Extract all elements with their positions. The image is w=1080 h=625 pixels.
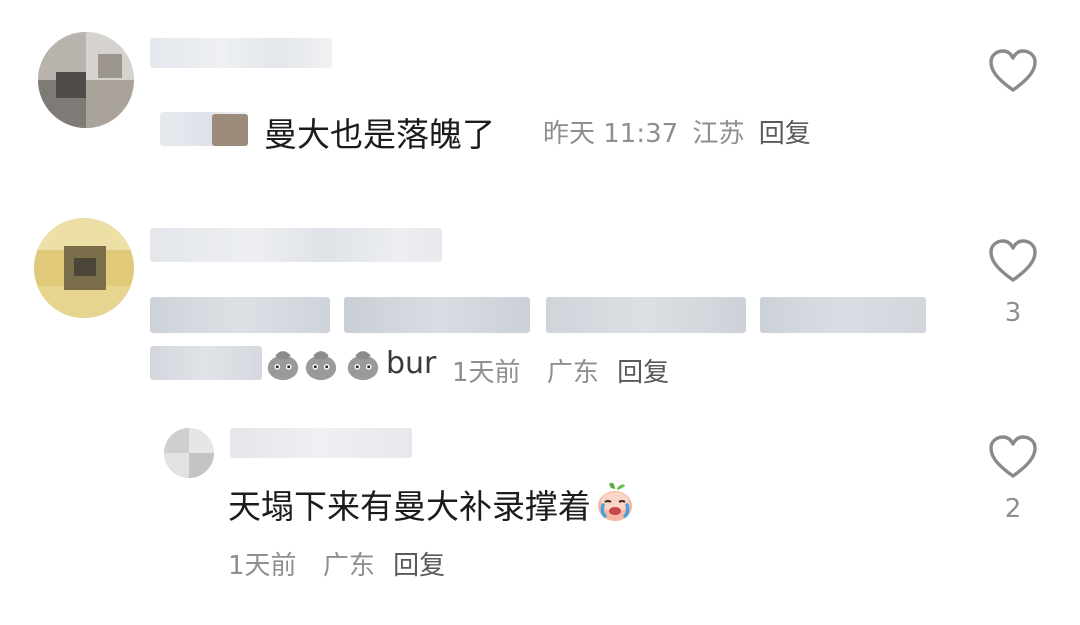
- comment-content: 曼大也是落魄了: [264, 115, 495, 154]
- avatar[interactable]: [38, 32, 134, 128]
- comment-meta: 昨天 11:37 江苏 回复: [543, 113, 811, 150]
- comment-content: 天塌下来有曼大补录撑着: [228, 480, 637, 528]
- avatar[interactable]: [34, 218, 134, 318]
- comment-content-suffix: bur: [386, 346, 437, 381]
- comment-thread: 曼大也是落魄了 昨天 11:37 江苏 回复 bur 1天前 广东 回复 3 天…: [0, 0, 1080, 625]
- comment-content-blurred: [546, 297, 746, 333]
- money-bag-face-emoji: [267, 351, 299, 381]
- reply-button[interactable]: 回复: [759, 119, 811, 149]
- like-count: 3: [1004, 298, 1022, 328]
- reply-to-avatar-blurred: [212, 114, 248, 146]
- comment-content-blurred: [150, 346, 262, 380]
- comment-meta: 1天前 广东 回复: [228, 545, 445, 582]
- comment-time: 1天前: [452, 358, 521, 388]
- crying-peach-emoji: [598, 482, 632, 521]
- username-blurred[interactable]: [230, 428, 412, 458]
- username-blurred[interactable]: [150, 228, 442, 262]
- comment-time: 1天前: [228, 551, 297, 581]
- comment-content-blurred: [150, 297, 330, 333]
- comment-location: 广东: [546, 358, 599, 388]
- reply-button[interactable]: 回复: [393, 551, 445, 581]
- like-count: 2: [1004, 494, 1022, 524]
- comment-text: 天塌下来有曼大补录撑着: [228, 487, 591, 526]
- heart-icon[interactable]: [988, 434, 1038, 480]
- money-bag-face-emoji: [305, 351, 337, 381]
- comment-content-blurred: [760, 297, 926, 333]
- reply-button[interactable]: 回复: [617, 358, 669, 388]
- comment-location: 广东: [322, 551, 375, 581]
- comment-time: 昨天 11:37: [543, 119, 679, 149]
- username-blurred[interactable]: [150, 38, 332, 68]
- comment-location: 江苏: [692, 119, 745, 149]
- heart-icon[interactable]: [988, 238, 1038, 284]
- money-bag-face-emoji: [347, 351, 379, 381]
- avatar[interactable]: [164, 428, 214, 478]
- comment-meta: 1天前 广东 回复: [452, 352, 669, 389]
- comment-content-blurred: [344, 297, 530, 333]
- heart-icon[interactable]: [988, 48, 1038, 94]
